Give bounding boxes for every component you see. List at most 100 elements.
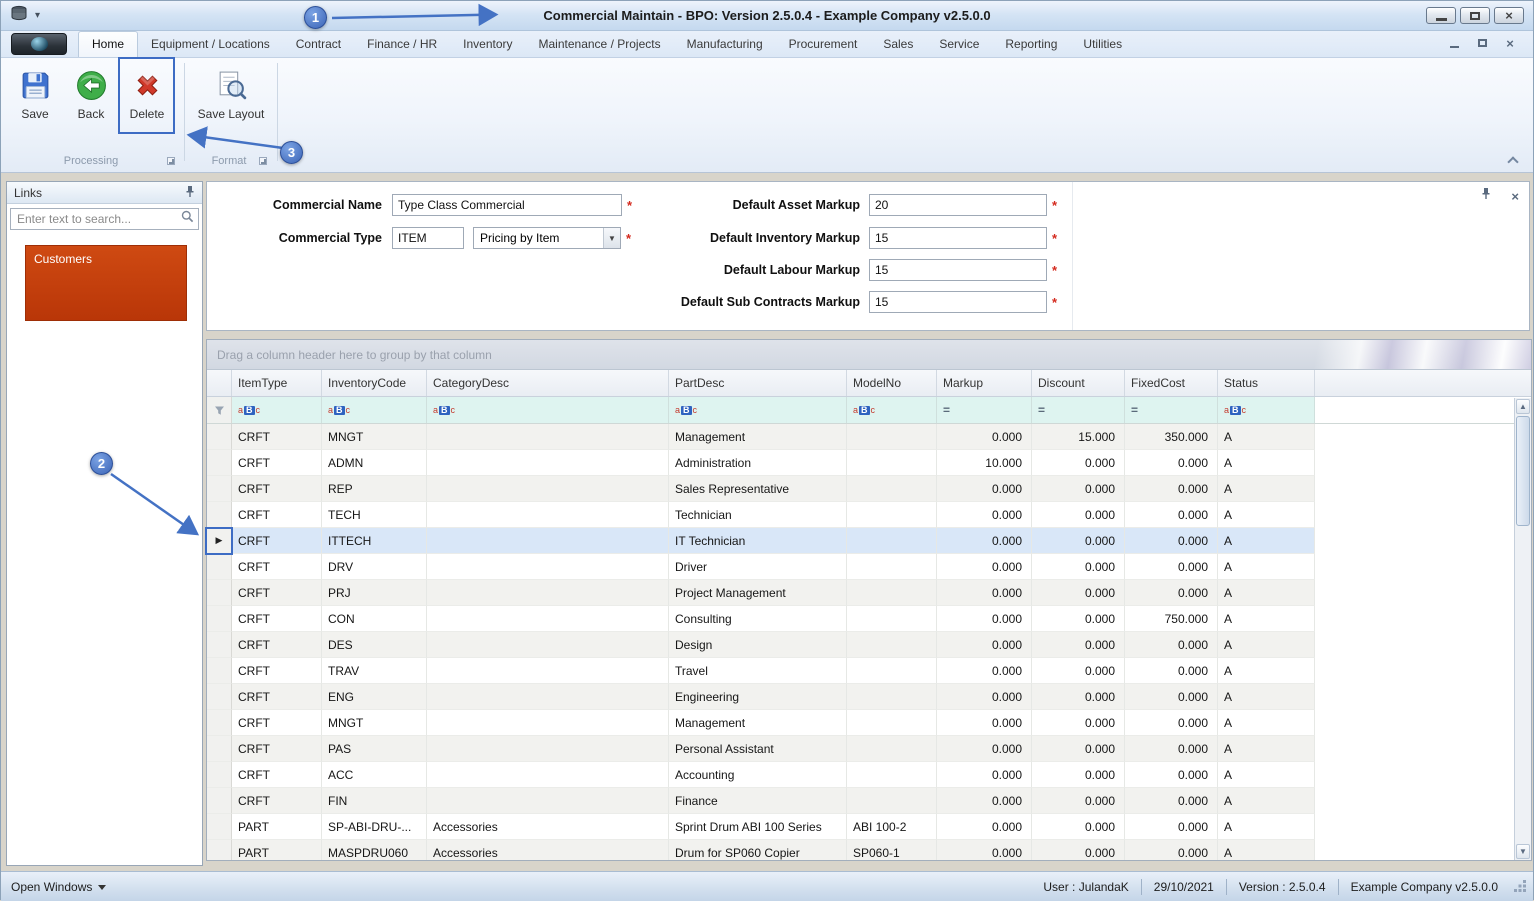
cell-status[interactable]: A xyxy=(1218,814,1315,840)
table-row[interactable]: CRFT ENG Engineering 0.000 0.000 0.000 A xyxy=(207,684,1531,710)
close-panel-icon[interactable]: × xyxy=(1511,190,1519,203)
ribbon-minimize-button[interactable] xyxy=(1443,34,1465,52)
cell-status[interactable]: A xyxy=(1218,502,1315,528)
cell-markup[interactable]: 0.000 xyxy=(937,476,1032,502)
back-button[interactable]: Back xyxy=(65,62,117,138)
row-indicator[interactable] xyxy=(207,554,232,580)
row-indicator[interactable] xyxy=(207,606,232,632)
tab-sales[interactable]: Sales xyxy=(870,32,926,57)
cell-itemtype[interactable]: CRFT xyxy=(232,684,322,710)
cell-partdesc[interactable]: Finance xyxy=(669,788,847,814)
cell-markup[interactable]: 0.000 xyxy=(937,554,1032,580)
cell-inventorycode[interactable]: PRJ xyxy=(322,580,427,606)
row-indicator[interactable] xyxy=(207,710,232,736)
row-indicator[interactable] xyxy=(207,502,232,528)
cell-categorydesc[interactable] xyxy=(427,502,669,528)
cell-fixedcost[interactable]: 0.000 xyxy=(1125,840,1218,860)
cell-discount[interactable]: 0.000 xyxy=(1032,684,1125,710)
cell-categorydesc[interactable] xyxy=(427,788,669,814)
cell-status[interactable]: A xyxy=(1218,554,1315,580)
cell-itemtype[interactable]: CRFT xyxy=(232,528,322,554)
save-layout-button[interactable]: Save Layout xyxy=(193,62,269,138)
tab-reporting[interactable]: Reporting xyxy=(992,32,1070,57)
tab-equipment-locations[interactable]: Equipment / Locations xyxy=(138,32,283,57)
cell-categorydesc[interactable] xyxy=(427,476,669,502)
cell-discount[interactable]: 0.000 xyxy=(1032,632,1125,658)
cell-modelno[interactable] xyxy=(847,710,937,736)
filter-cell-markup[interactable]: = xyxy=(937,397,1032,423)
cell-fixedcost[interactable]: 0.000 xyxy=(1125,762,1218,788)
cell-status[interactable]: A xyxy=(1218,736,1315,762)
pricing-dropdown[interactable]: Pricing by Item ▼ xyxy=(473,227,621,249)
cell-categorydesc[interactable] xyxy=(427,632,669,658)
cell-inventorycode[interactable]: ACC xyxy=(322,762,427,788)
cell-categorydesc[interactable] xyxy=(427,710,669,736)
cell-discount[interactable]: 0.000 xyxy=(1032,502,1125,528)
cell-itemtype[interactable]: CRFT xyxy=(232,606,322,632)
cell-fixedcost[interactable]: 750.000 xyxy=(1125,606,1218,632)
column-header-inventorycode[interactable]: InventoryCode xyxy=(322,370,427,396)
row-indicator[interactable] xyxy=(207,450,232,476)
table-row[interactable]: PART SP-ABI-DRU-... Accessories Sprint Drum… xyxy=(207,814,1531,840)
tab-home[interactable]: Home xyxy=(78,31,139,57)
cell-categorydesc[interactable]: Accessories xyxy=(427,840,669,860)
cell-modelno[interactable] xyxy=(847,528,937,554)
cell-status[interactable]: A xyxy=(1218,450,1315,476)
resize-grip[interactable] xyxy=(1514,880,1527,893)
cell-inventorycode[interactable]: TECH xyxy=(322,502,427,528)
tab-manufacturing[interactable]: Manufacturing xyxy=(674,32,776,57)
cell-markup[interactable]: 0.000 xyxy=(937,710,1032,736)
cell-fixedcost[interactable]: 350.000 xyxy=(1125,424,1218,450)
cell-inventorycode[interactable]: CON xyxy=(322,606,427,632)
cell-markup[interactable]: 10.000 xyxy=(937,450,1032,476)
ribbon-close-button[interactable]: × xyxy=(1499,34,1521,52)
cell-modelno[interactable] xyxy=(847,580,937,606)
ribbon-restore-button[interactable] xyxy=(1471,34,1493,52)
cell-partdesc[interactable]: Accounting xyxy=(669,762,847,788)
filter-cell-status[interactable]: aBc xyxy=(1218,397,1315,423)
tab-inventory[interactable]: Inventory xyxy=(450,32,525,57)
save-button[interactable]: Save xyxy=(9,62,61,138)
cell-discount[interactable]: 0.000 xyxy=(1032,450,1125,476)
table-row[interactable]: ▶ CRFT ITTECH IT Technician 0.000 0.000 0.000 A xyxy=(207,528,1531,554)
group-by-bar[interactable]: Drag a column header here to group by th… xyxy=(207,340,1531,370)
cell-status[interactable]: A xyxy=(1218,528,1315,554)
row-indicator[interactable] xyxy=(207,424,232,450)
cell-inventorycode[interactable]: ADMN xyxy=(322,450,427,476)
filter-cell-discount[interactable]: = xyxy=(1032,397,1125,423)
cell-fixedcost[interactable]: 0.000 xyxy=(1125,450,1218,476)
cell-markup[interactable]: 0.000 xyxy=(937,580,1032,606)
table-row[interactable]: CRFT CON Consulting 0.000 0.000 750.000 A xyxy=(207,606,1531,632)
cell-fixedcost[interactable]: 0.000 xyxy=(1125,554,1218,580)
cell-discount[interactable]: 0.000 xyxy=(1032,658,1125,684)
cell-discount[interactable]: 15.000 xyxy=(1032,424,1125,450)
cell-partdesc[interactable]: Driver xyxy=(669,554,847,580)
cell-status[interactable]: A xyxy=(1218,684,1315,710)
filter-cell-inventorycode[interactable]: aBc xyxy=(322,397,427,423)
cell-partdesc[interactable]: Drum for SP060 Copier xyxy=(669,840,847,860)
cell-fixedcost[interactable]: 0.000 xyxy=(1125,788,1218,814)
cell-discount[interactable]: 0.000 xyxy=(1032,606,1125,632)
filter-cell-fixedcost[interactable]: = xyxy=(1125,397,1218,423)
application-menu-button[interactable] xyxy=(11,33,67,55)
cell-status[interactable]: A xyxy=(1218,762,1315,788)
cell-inventorycode[interactable]: DRV xyxy=(322,554,427,580)
selected-row-indicator[interactable]: ▶ xyxy=(207,528,232,554)
column-header-discount[interactable]: Discount xyxy=(1032,370,1125,396)
cell-inventorycode[interactable]: ENG xyxy=(322,684,427,710)
table-row[interactable]: CRFT PRJ Project Management 0.000 0.000 0.000… xyxy=(207,580,1531,606)
cell-fixedcost[interactable]: 0.000 xyxy=(1125,502,1218,528)
cell-modelno[interactable] xyxy=(847,606,937,632)
cell-markup[interactable]: 0.000 xyxy=(937,788,1032,814)
cell-itemtype[interactable]: CRFT xyxy=(232,580,322,606)
cell-categorydesc[interactable] xyxy=(427,684,669,710)
cell-status[interactable]: A xyxy=(1218,840,1315,860)
table-row[interactable]: CRFT ACC Accounting 0.000 0.000 0.000 A xyxy=(207,762,1531,788)
cell-itemtype[interactable]: CRFT xyxy=(232,762,322,788)
row-indicator[interactable] xyxy=(207,580,232,606)
cell-modelno[interactable] xyxy=(847,476,937,502)
scroll-down-icon[interactable]: ▼ xyxy=(1516,844,1530,859)
cell-partdesc[interactable]: Management xyxy=(669,424,847,450)
cell-itemtype[interactable]: CRFT xyxy=(232,424,322,450)
cell-inventorycode[interactable]: ITTECH xyxy=(322,528,427,554)
